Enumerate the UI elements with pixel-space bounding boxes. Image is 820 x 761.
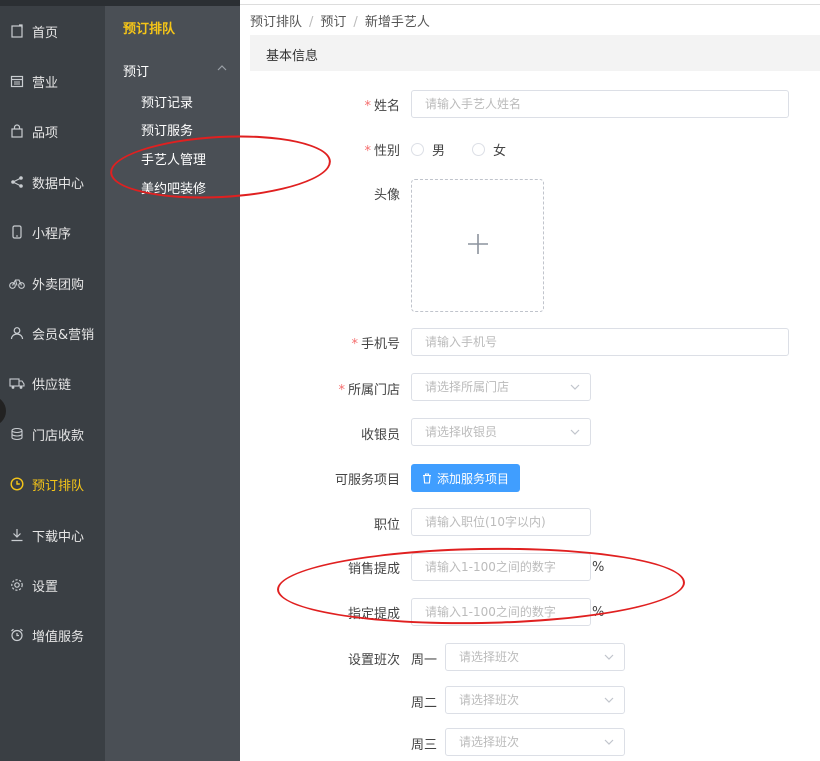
store-label: * 所属门店 — [338, 383, 400, 398]
shift-select-wednesday[interactable]: 请选择班次 — [445, 728, 625, 756]
avatar-upload[interactable] — [411, 179, 544, 312]
add-service-button[interactable]: 添加服务项目 — [411, 464, 520, 492]
subnav-group-label: 预订 — [123, 65, 150, 80]
store-select-placeholder: 请选择所属门店 — [425, 380, 510, 394]
breadcrumb-separator: / — [353, 15, 358, 30]
radio-circle — [472, 143, 485, 156]
name-label: * 姓名 — [364, 99, 400, 114]
sidebar-item-label: 门店收款 — [32, 428, 85, 444]
sidebar-item-delivery[interactable]: 外卖团购 — [0, 263, 105, 303]
coins-icon — [9, 426, 25, 442]
main-content: 预订排队 / 预订 / 新增手艺人 基本信息 * 姓名 请输入手艺人姓名 * 性别 男 女 … — [240, 0, 820, 761]
plus-icon — [467, 233, 489, 259]
section-title: 基本信息 — [266, 49, 319, 64]
sidebar-item-members[interactable]: 会员&营销 — [0, 313, 105, 353]
shift-day-label: 周三 — [411, 738, 438, 753]
radio-circle — [411, 143, 424, 156]
position-input[interactable]: 请输入职位(10字以内) — [411, 508, 591, 536]
sidebar-item-label: 下载中心 — [32, 529, 85, 545]
sidebar-item-label: 小程序 — [32, 226, 72, 242]
gender-label: * 性别 — [364, 144, 400, 159]
header-divider — [240, 4, 820, 5]
sidebar-item-download-center[interactable]: 下载中心 — [0, 515, 105, 555]
breadcrumb-item[interactable]: 预订排队 — [250, 15, 302, 30]
sidebar-item-label: 供应链 — [32, 377, 72, 393]
sidebar-item-store-payment[interactable]: 门店收款 — [0, 414, 105, 454]
sidebar-item-home[interactable]: 首页 — [0, 11, 105, 51]
download-icon — [9, 527, 25, 543]
truck-icon — [9, 375, 25, 391]
sidebar-item-label: 增值服务 — [32, 629, 85, 645]
chevron-down-icon — [570, 419, 580, 445]
shift-label: 设置班次 — [347, 653, 400, 668]
gear-icon — [9, 577, 25, 593]
section-header: 基本信息 — [250, 35, 820, 71]
phone-icon — [9, 224, 25, 240]
store-select[interactable]: 请选择所属门店 — [411, 373, 591, 401]
name-input[interactable]: 请输入手艺人姓名 — [411, 90, 789, 118]
calendar-icon — [9, 73, 25, 89]
chevron-up-icon — [217, 61, 227, 80]
services-label: 可服务项目 — [334, 473, 400, 488]
chevron-down-icon — [604, 644, 614, 670]
subnav-link-booking-services[interactable]: 预订服务 — [141, 120, 193, 139]
shift-day-label: 周一 — [411, 653, 438, 668]
shift-select-placeholder: 请选择班次 — [459, 650, 520, 664]
sidebar-item-miniprogram[interactable]: 小程序 — [0, 212, 105, 252]
shift-day-label: 周二 — [411, 696, 438, 711]
gender-radio-male[interactable]: 男 — [411, 140, 445, 159]
avatar-label: 头像 — [373, 188, 400, 203]
alarm-icon — [9, 627, 25, 643]
chevron-down-icon — [570, 374, 580, 400]
sidebar-item-label: 外卖团购 — [32, 277, 85, 293]
phone-label: * 手机号 — [351, 337, 400, 352]
sub-sidebar: 预订排队 预订 预订记录 预订服务 手艺人管理 美约吧装修 — [105, 6, 240, 761]
sidebar-item-data-center[interactable]: 数据中心 — [0, 162, 105, 202]
sidebar-item-label: 预订排队 — [32, 478, 85, 494]
home-icon — [9, 23, 25, 39]
subnav-group-booking[interactable]: 预订 — [123, 61, 233, 80]
cashier-select[interactable]: 请选择收银员 — [411, 418, 591, 446]
sidebar-item-label: 会员&营销 — [32, 327, 95, 343]
subnav-link-booking-records[interactable]: 预订记录 — [141, 92, 193, 111]
shift-select-placeholder: 请选择班次 — [459, 693, 520, 707]
bike-icon — [9, 275, 25, 291]
sidebar-item-business[interactable]: 营业 — [0, 61, 105, 101]
cashier-select-placeholder: 请选择收银员 — [425, 425, 498, 439]
breadcrumb: 预订排队 / 预订 / 新增手艺人 — [250, 11, 430, 30]
sidebar-item-label: 品项 — [32, 125, 59, 141]
sidebar-item-label: 首页 — [32, 25, 59, 41]
clock-icon — [9, 476, 25, 492]
subnav-title: 预订排队 — [123, 22, 176, 37]
sidebar-item-label: 营业 — [32, 75, 59, 91]
cashier-label: 收银员 — [360, 428, 400, 443]
add-service-button-label: 添加服务项目 — [436, 471, 509, 486]
shift-select-placeholder: 请选择班次 — [459, 735, 520, 749]
breadcrumb-separator: / — [309, 15, 314, 30]
breadcrumb-item[interactable]: 预订 — [320, 15, 346, 30]
trash-icon — [422, 472, 432, 484]
chevron-down-icon — [604, 687, 614, 713]
phone-input[interactable]: 请输入手机号 — [411, 328, 789, 356]
share-icon — [9, 174, 25, 190]
breadcrumb-current: 新增手艺人 — [364, 15, 430, 30]
bag-icon — [9, 123, 25, 139]
shift-select-tuesday[interactable]: 请选择班次 — [445, 686, 625, 714]
main-sidebar: 首页 营业 品项 数据中心 小程序 外卖团购 会员&营销 供应链 门店收款 预订… — [0, 6, 105, 761]
sidebar-item-products[interactable]: 品项 — [0, 111, 105, 151]
shift-select-monday[interactable]: 请选择班次 — [445, 643, 625, 671]
gender-radio-female[interactable]: 女 — [472, 140, 506, 159]
position-label: 职位 — [373, 518, 400, 533]
chevron-down-icon — [604, 729, 614, 755]
sidebar-item-label: 数据中心 — [32, 176, 85, 192]
sidebar-item-supply-chain[interactable]: 供应链 — [0, 363, 105, 403]
sidebar-item-value-added[interactable]: 增值服务 — [0, 615, 105, 655]
sidebar-item-booking-queue[interactable]: 预订排队 — [0, 464, 105, 504]
sidebar-item-settings[interactable]: 设置 — [0, 565, 105, 605]
sidebar-item-label: 设置 — [32, 579, 59, 595]
user-icon — [9, 325, 25, 341]
